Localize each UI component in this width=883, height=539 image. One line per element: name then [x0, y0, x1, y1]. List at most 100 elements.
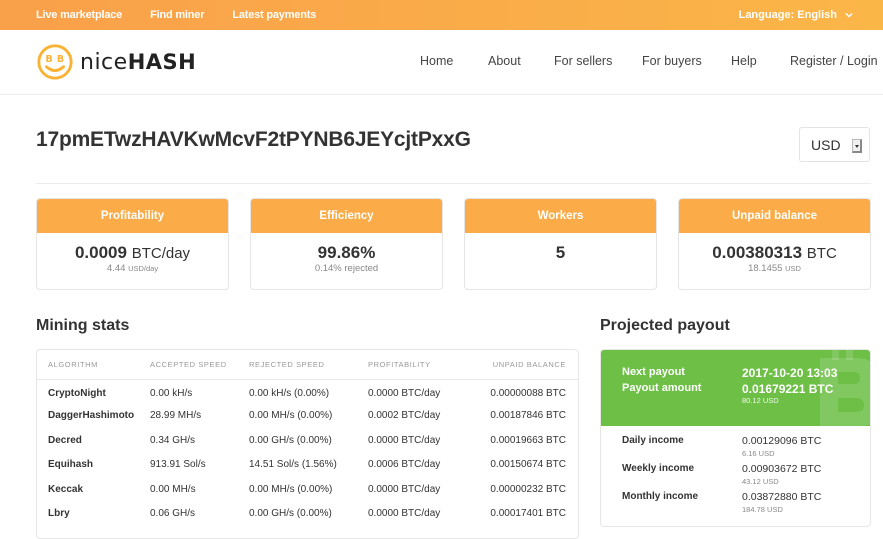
card-workers: Workers 5	[464, 198, 657, 290]
chevron-down-icon	[845, 12, 853, 18]
cell-profitability: 0.0000 BTC/day	[368, 387, 441, 399]
col-unpaid-balance[interactable]: UNPAID BALANCE	[478, 350, 578, 380]
card-sub-number: 4.44	[106, 263, 126, 274]
cell-rejected-speed: 0.00 GH/s (0.00%)	[249, 434, 332, 446]
projected-payout-panel: Next payout 2017-10-20 13:03 Payout amou…	[600, 349, 871, 527]
card-subvalue: 4.44 USD/day	[37, 263, 228, 274]
next-payout-row: Next payout 2017-10-20 13:03	[622, 366, 870, 380]
cell-rejected-speed: 0.00 MH/s (0.00%)	[249, 410, 333, 422]
nav-help[interactable]: Help	[731, 54, 757, 68]
table-row[interactable]: Decred 0.34 GH/s 0.00 GH/s (0.00%) 0.0000 B…	[37, 428, 578, 453]
cell-accepted-speed: 0.00 MH/s	[150, 483, 196, 495]
cell-accepted-speed: 0.06 GH/s	[150, 508, 196, 520]
nav-about[interactable]: About	[488, 54, 521, 68]
income-row-daily: Daily income 0.00129096 BTC 6.16 USD	[622, 435, 870, 463]
card-sub-number: 18.1455	[748, 263, 783, 274]
cell-profitability: 0.0000 BTC/day	[368, 434, 441, 446]
currency-select-value: USD	[811, 136, 841, 153]
table-row[interactable]: Lbry 0.06 GH/s 0.00 GH/s (0.00%) 0.0000 BTC…	[37, 502, 578, 527]
income-row-monthly: Monthly income 0.03872880 BTC 184.78 USD	[622, 491, 870, 519]
income-label: Weekly income	[622, 463, 695, 474]
cell-rejected-speed: 14.51 Sol/s (1.56%)	[249, 459, 337, 471]
topbar-link-find-miner[interactable]: Find miner	[150, 9, 204, 21]
card-sub-unit: USD/day	[128, 264, 159, 273]
mining-stats-table: ALGORITHM ACCEPTED SPEED REJECTED SPEED …	[36, 349, 579, 539]
next-payout-label: Next payout	[622, 366, 685, 378]
col-profitability[interactable]: PROFITABILITY	[368, 350, 478, 380]
cell-unpaid-balance: 0.00150674 BTC	[490, 459, 566, 471]
card-subvalue: 0.14% rejected	[314, 263, 379, 274]
cell-accepted-speed: 28.99 MH/s	[150, 410, 202, 422]
nav-register-login[interactable]: Register / Login	[790, 54, 878, 68]
currency-select[interactable]: USD	[799, 127, 870, 162]
projected-payout-title: Projected payout	[600, 317, 730, 334]
col-rejected-speed[interactable]: REJECTED SPEED	[249, 350, 368, 380]
table-row[interactable]: CryptoNight 0.00 kH/s 0.00 kH/s (0.00%) 0.0…	[37, 379, 578, 404]
col-algorithm[interactable]: ALGORITHM	[37, 350, 150, 380]
cell-profitability: 0.0000 BTC/day	[368, 483, 441, 495]
income-value: 0.00903672 BTC 43.12 USD	[742, 463, 821, 491]
income-value: 0.00129096 BTC 6.16 USD	[742, 435, 821, 463]
income-list: Daily income 0.00129096 BTC 6.16 USD Week…	[601, 426, 870, 519]
income-btc: 0.00903672 BTC	[742, 463, 822, 475]
card-profitability: Profitability 0.0009 BTC/day 4.44 USD/da…	[36, 198, 229, 290]
cell-profitability: 0.0000 BTC/day	[368, 508, 441, 520]
card-value-unit: BTC/day	[131, 245, 191, 262]
mining-stats-title: Mining stats	[36, 317, 130, 334]
nav-for-buyers[interactable]: For buyers	[642, 54, 702, 68]
card-title: Workers	[465, 199, 656, 233]
card-unpaid-balance: Unpaid balance 0.00380313 BTC 18.1455 US…	[678, 198, 871, 290]
col-accepted-speed[interactable]: ACCEPTED SPEED	[150, 350, 249, 380]
card-value-number: 99.86%	[317, 243, 376, 262]
payout-amount-usd: 80.12 USD	[742, 396, 779, 405]
smiley-bitcoin-logo-icon: B B	[37, 44, 73, 80]
income-label: Monthly income	[622, 491, 699, 502]
card-title: Unpaid balance	[679, 199, 870, 233]
main-header: B B niceHASH Home About For sellers For …	[0, 30, 883, 95]
income-btc: 0.03872880 BTC	[742, 491, 822, 503]
cell-rejected-speed: 0.00 GH/s (0.00%)	[249, 508, 332, 520]
cell-accepted-speed: 913.91 Sol/s	[150, 459, 206, 471]
address-row: 17pmETwzHAVKwMcvF2tPYNB6JEYcjtPxxG	[36, 128, 871, 188]
card-value-unit: BTC	[806, 245, 837, 262]
cell-unpaid-balance: 0.00187846 BTC	[490, 410, 566, 422]
cell-accepted-speed: 0.00 kH/s	[150, 387, 193, 399]
payout-amount-label: Payout amount	[622, 382, 702, 394]
cell-algorithm: CryptoNight	[48, 387, 106, 399]
wallet-address: 17pmETwzHAVKwMcvF2tPYNB6JEYcjtPxxG	[36, 128, 471, 151]
cell-profitability: 0.0002 BTC/day	[368, 410, 441, 422]
table-row[interactable]: DaggerHashimoto 28.99 MH/s 0.00 MH/s (0.00…	[37, 404, 578, 429]
card-title: Profitability	[37, 199, 228, 233]
table-header-row: ALGORITHM ACCEPTED SPEED REJECTED SPEED …	[37, 350, 578, 380]
language-selector[interactable]: Language: English	[739, 0, 853, 30]
income-value: 0.03872880 BTC 184.78 USD	[742, 491, 821, 519]
table-row[interactable]: Keccak 0.00 MH/s 0.00 MH/s (0.00%) 0.0000 B…	[37, 477, 578, 502]
topbar-link-live-marketplace[interactable]: Live marketplace	[36, 9, 122, 21]
income-usd: 184.78 USD	[742, 505, 783, 514]
payout-summary: Next payout 2017-10-20 13:03 Payout amou…	[601, 350, 870, 426]
cell-algorithm: Equihash	[48, 459, 94, 471]
card-value: 5	[465, 233, 656, 263]
card-value: 99.86%	[251, 233, 442, 263]
payout-amount-value: 0.01679221 BTC	[742, 382, 834, 396]
card-subvalue: 18.1455 USD	[679, 263, 870, 274]
top-bar: Live marketplace Find miner Latest payme…	[0, 0, 883, 30]
card-value-number: 0.0009	[74, 243, 127, 262]
cell-accepted-speed: 0.34 GH/s	[150, 434, 196, 446]
card-efficiency: Efficiency 99.86% 0.14% rejected	[250, 198, 443, 290]
svg-text:B: B	[57, 54, 64, 65]
logo-nice-text: nice	[80, 50, 128, 75]
cell-profitability: 0.0006 BTC/day	[368, 459, 441, 471]
stat-cards: Profitability 0.0009 BTC/day 4.44 USD/da…	[36, 198, 871, 290]
nav-home[interactable]: Home	[420, 54, 453, 68]
cell-algorithm: Decred	[48, 434, 82, 446]
income-btc: 0.00129096 BTC	[742, 435, 822, 447]
cell-rejected-speed: 0.00 kH/s (0.00%)	[249, 387, 330, 399]
cell-algorithm: DaggerHashimoto	[48, 410, 135, 422]
cell-unpaid-balance: 0.00000088 BTC	[490, 387, 566, 399]
topbar-link-latest-payments[interactable]: Latest payments	[232, 9, 316, 21]
table-row[interactable]: Equihash 913.91 Sol/s 14.51 Sol/s (1.56%) 0…	[37, 453, 578, 478]
nicehash-logo[interactable]: B B niceHASH	[36, 43, 196, 81]
card-value-number: 0.00380313	[712, 243, 803, 262]
nav-for-sellers[interactable]: For sellers	[554, 54, 612, 68]
